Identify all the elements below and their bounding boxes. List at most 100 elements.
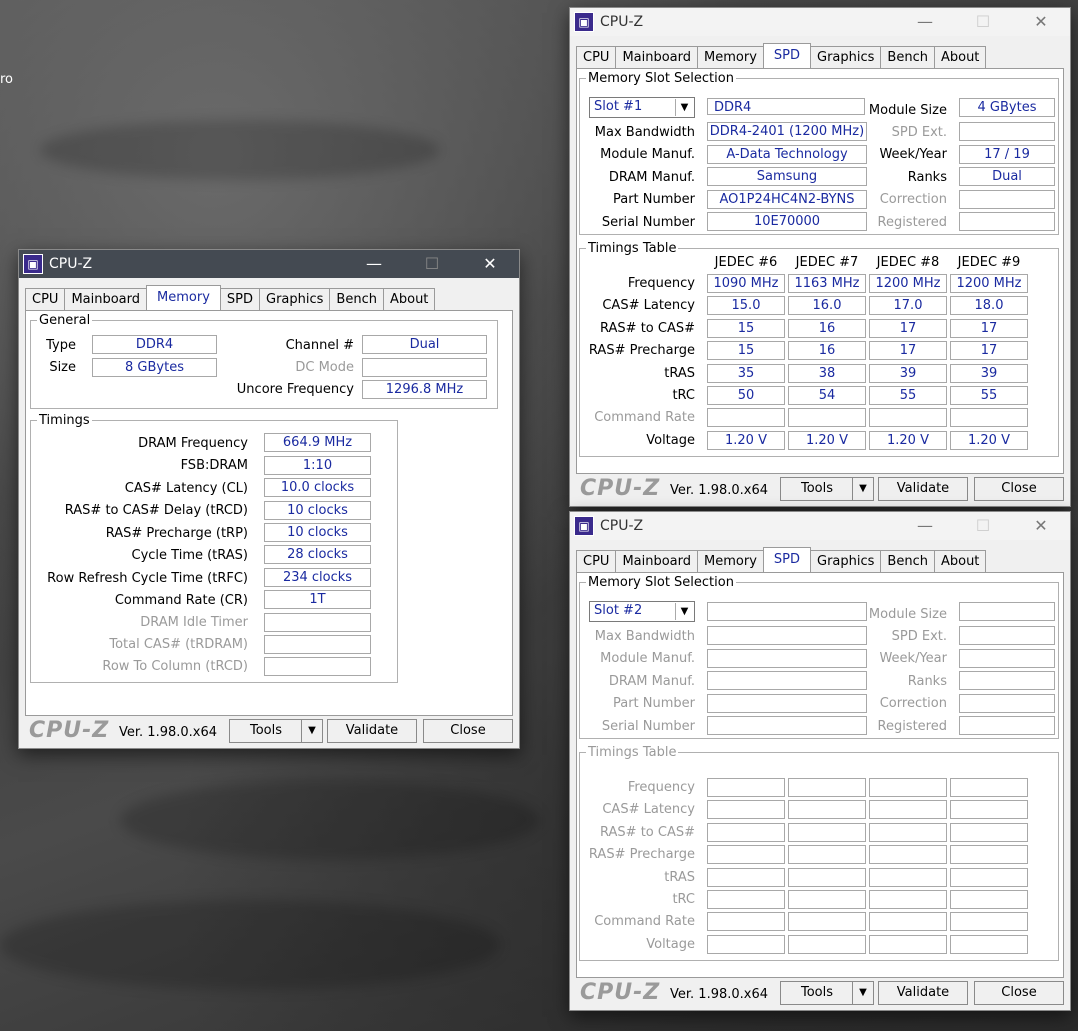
module-size-label: Module Size xyxy=(868,607,947,622)
tab-cpu[interactable]: CPU xyxy=(25,288,66,311)
table-cell: 15 xyxy=(707,341,785,360)
table-cell xyxy=(707,778,785,797)
tab-bench[interactable]: Bench xyxy=(880,550,935,573)
tab-spd[interactable]: SPD xyxy=(762,547,811,573)
cpuz-app-icon: ▣ xyxy=(23,254,43,274)
timing-label: RAS# to CAS# Delay (tRCD) xyxy=(64,503,248,518)
title-bar[interactable]: ▣ CPU-Z — ☐ ✕ xyxy=(570,8,1070,36)
tools-button[interactable]: Tools xyxy=(780,477,854,501)
minimize-button[interactable]: — xyxy=(896,8,954,36)
max-bandwidth-label: Max Bandwidth xyxy=(594,125,695,140)
registered-value xyxy=(959,716,1055,735)
title-bar[interactable]: ▣ CPU-Z — ☐ ✕ xyxy=(19,250,519,278)
table-cell: 1163 MHz xyxy=(788,274,866,293)
close-button[interactable]: Close xyxy=(974,981,1064,1005)
table-cell xyxy=(707,890,785,909)
timing-label: Row Refresh Cycle Time (tRFC) xyxy=(47,571,248,586)
dram-manuf-label: DRAM Manuf. xyxy=(608,674,695,689)
tab-memory[interactable]: Memory xyxy=(146,285,221,311)
validate-button[interactable]: Validate xyxy=(327,719,417,743)
table-cell xyxy=(869,868,947,887)
column-header: JEDEC #8 xyxy=(876,255,940,270)
slot-select[interactable]: Slot #1 ▼ xyxy=(589,97,695,118)
tab-bench[interactable]: Bench xyxy=(329,288,384,311)
table-cell xyxy=(788,823,866,842)
cpuz-memory-window: ▣ CPU-Z — ☐ ✕ CPU Mainboard Memory SPD G… xyxy=(18,249,520,749)
dram-manuf-value xyxy=(707,671,867,690)
chevron-down-icon[interactable]: ▼ xyxy=(675,603,693,620)
tab-about[interactable]: About xyxy=(382,288,436,311)
table-cell: 1.20 V xyxy=(707,431,785,450)
row-label: Voltage xyxy=(646,937,695,952)
close-window-button[interactable]: ✕ xyxy=(461,250,519,278)
tab-graphics[interactable]: Graphics xyxy=(810,46,882,69)
row-label: RAS# Precharge xyxy=(588,343,695,358)
window-title: CPU-Z xyxy=(600,14,644,30)
row-label: Frequency xyxy=(627,780,695,795)
wallpaper-shadow xyxy=(40,120,440,180)
max-bandwidth-label: Max Bandwidth xyxy=(594,629,695,644)
tab-graphics[interactable]: Graphics xyxy=(259,288,331,311)
tab-mainboard[interactable]: Mainboard xyxy=(64,288,148,311)
title-bar[interactable]: ▣ CPU-Z — ☐ ✕ xyxy=(570,512,1070,540)
tab-mainboard[interactable]: Mainboard xyxy=(615,550,699,573)
table-cell xyxy=(707,868,785,887)
tools-button[interactable]: Tools xyxy=(229,719,303,743)
max-bandwidth-value xyxy=(707,626,867,645)
tab-bench[interactable]: Bench xyxy=(880,46,935,69)
tab-cpu[interactable]: CPU xyxy=(576,46,617,69)
table-cell: 16 xyxy=(788,319,866,338)
tools-dropdown-button[interactable]: ▼ xyxy=(852,477,874,501)
table-cell xyxy=(950,912,1028,931)
tab-memory[interactable]: Memory xyxy=(697,46,764,69)
table-cell: 1200 MHz xyxy=(950,274,1028,293)
table-cell: 15.0 xyxy=(707,296,785,315)
cpuz-logo: CPU-Z xyxy=(580,980,661,1005)
correction-label: Correction xyxy=(879,192,947,207)
max-bandwidth-value: DDR4-2401 (1200 MHz) xyxy=(707,122,867,141)
validate-button[interactable]: Validate xyxy=(878,981,968,1005)
module-manuf-label: Module Manuf. xyxy=(600,147,695,162)
spd-tab-pane: Memory Slot Selection Slot #1 ▼ DDR4 Max… xyxy=(576,68,1064,474)
tab-cpu[interactable]: CPU xyxy=(576,550,617,573)
tab-mainboard[interactable]: Mainboard xyxy=(615,46,699,69)
slot-select[interactable]: Slot #2 ▼ xyxy=(589,601,695,622)
table-cell xyxy=(788,778,866,797)
tab-about[interactable]: About xyxy=(933,46,987,69)
tab-spd[interactable]: SPD xyxy=(762,43,811,69)
chevron-down-icon[interactable]: ▼ xyxy=(675,99,693,116)
minimize-button[interactable]: — xyxy=(896,512,954,540)
tab-graphics[interactable]: Graphics xyxy=(810,550,882,573)
close-window-button[interactable]: ✕ xyxy=(1012,8,1070,36)
cpuz-app-icon: ▣ xyxy=(574,516,594,536)
tools-dropdown-button[interactable]: ▼ xyxy=(301,719,323,743)
table-cell: 1.20 V xyxy=(869,431,947,450)
table-cell xyxy=(869,823,947,842)
close-button[interactable]: Close xyxy=(974,477,1064,501)
table-cell xyxy=(869,408,947,427)
minimize-button[interactable]: — xyxy=(345,250,403,278)
week-year-value xyxy=(959,649,1055,668)
tab-spd[interactable]: SPD xyxy=(219,288,260,311)
table-cell xyxy=(869,935,947,954)
validate-button[interactable]: Validate xyxy=(878,477,968,501)
table-cell: 39 xyxy=(869,364,947,383)
tab-memory[interactable]: Memory xyxy=(697,550,764,573)
tab-about[interactable]: About xyxy=(933,550,987,573)
table-cell xyxy=(869,800,947,819)
module-size-value xyxy=(959,602,1055,621)
timing-value: 28 clocks xyxy=(264,545,371,564)
registered-label: Registered xyxy=(877,215,948,230)
close-window-button[interactable]: ✕ xyxy=(1012,512,1070,540)
spd-ext-label: SPD Ext. xyxy=(891,125,947,140)
tools-dropdown-button[interactable]: ▼ xyxy=(852,981,874,1005)
ranks-value: Dual xyxy=(959,167,1055,186)
tools-button[interactable]: Tools xyxy=(780,981,854,1005)
timing-label: RAS# Precharge (tRP) xyxy=(105,526,248,541)
dcmode-label: DC Mode xyxy=(295,360,354,375)
close-button[interactable]: Close xyxy=(423,719,513,743)
maximize-button: ☐ xyxy=(975,516,991,535)
table-cell: 15 xyxy=(707,319,785,338)
table-cell xyxy=(707,845,785,864)
table-cell xyxy=(950,845,1028,864)
